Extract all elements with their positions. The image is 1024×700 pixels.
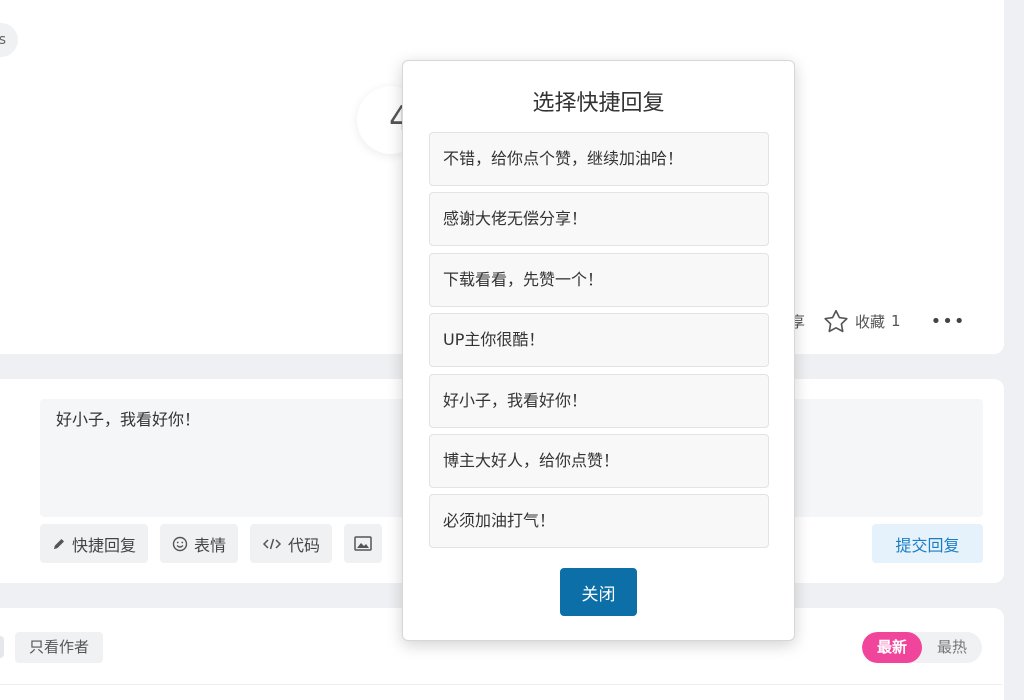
comments-filter-edge — [0, 636, 4, 658]
quick-reply-option[interactable]: 感谢大佬无偿分享！ — [429, 192, 769, 247]
sort-latest-tab[interactable]: 最新 — [862, 632, 922, 663]
modal-close-button[interactable]: 关闭 — [560, 568, 637, 616]
quick-reply-option[interactable]: UP主你很酷！ — [429, 313, 769, 368]
quick-reply-option[interactable]: 好小子，我看好你！ — [429, 373, 769, 428]
sort-toggle: 最新 最热 — [862, 632, 982, 663]
star-icon — [823, 309, 849, 333]
reply-toolbar: 快捷回复 表情 代码 — [40, 524, 383, 563]
smile-icon — [172, 536, 188, 552]
quick-reply-option[interactable]: 必须加油打气！ — [429, 494, 769, 549]
quick-reply-button[interactable]: 快捷回复 — [40, 524, 149, 563]
code-label: 代码 — [288, 535, 321, 555]
post-actions: 享 收藏 1 ••• — [790, 305, 965, 337]
more-icon[interactable]: ••• — [931, 311, 966, 332]
favorite-button[interactable]: 收藏 1 — [823, 309, 901, 333]
favorite-count: 1 — [891, 312, 901, 330]
quick-reply-option[interactable]: 不错，给你点个赞，继续加油哈！ — [429, 132, 769, 186]
pencil-icon — [52, 537, 66, 551]
image-icon — [354, 536, 372, 551]
quick-reply-option[interactable]: 下载看看，先赞一个！ — [429, 252, 769, 307]
image-button[interactable] — [344, 524, 383, 563]
emoji-label: 表情 — [194, 535, 227, 555]
modal-title: 选择快捷回复 — [532, 91, 665, 116]
sort-hot-tab[interactable]: 最热 — [922, 632, 982, 663]
code-icon — [262, 537, 282, 551]
emoji-button[interactable]: 表情 — [160, 524, 239, 563]
quick-reply-list: 不错，给你点个赞，继续加油哈！ 感谢大佬无偿分享！ 下载看看，先赞一个！ UP主… — [429, 132, 769, 555]
code-button[interactable]: 代码 — [250, 524, 333, 563]
submit-reply-button[interactable]: 提交回复 — [872, 524, 983, 563]
quick-reply-label: 快捷回复 — [72, 535, 137, 555]
comments-divider — [0, 684, 1002, 685]
quick-reply-option[interactable]: 博主大好人，给你点赞！ — [429, 433, 769, 488]
favorite-label: 收藏 — [855, 312, 886, 331]
quick-reply-modal: 选择快捷回复 不错，给你点个赞，继续加油哈！ 感谢大佬无偿分享！ 下载看看，先赞… — [402, 60, 795, 641]
author-only-button[interactable]: 只看作者 — [15, 632, 104, 663]
